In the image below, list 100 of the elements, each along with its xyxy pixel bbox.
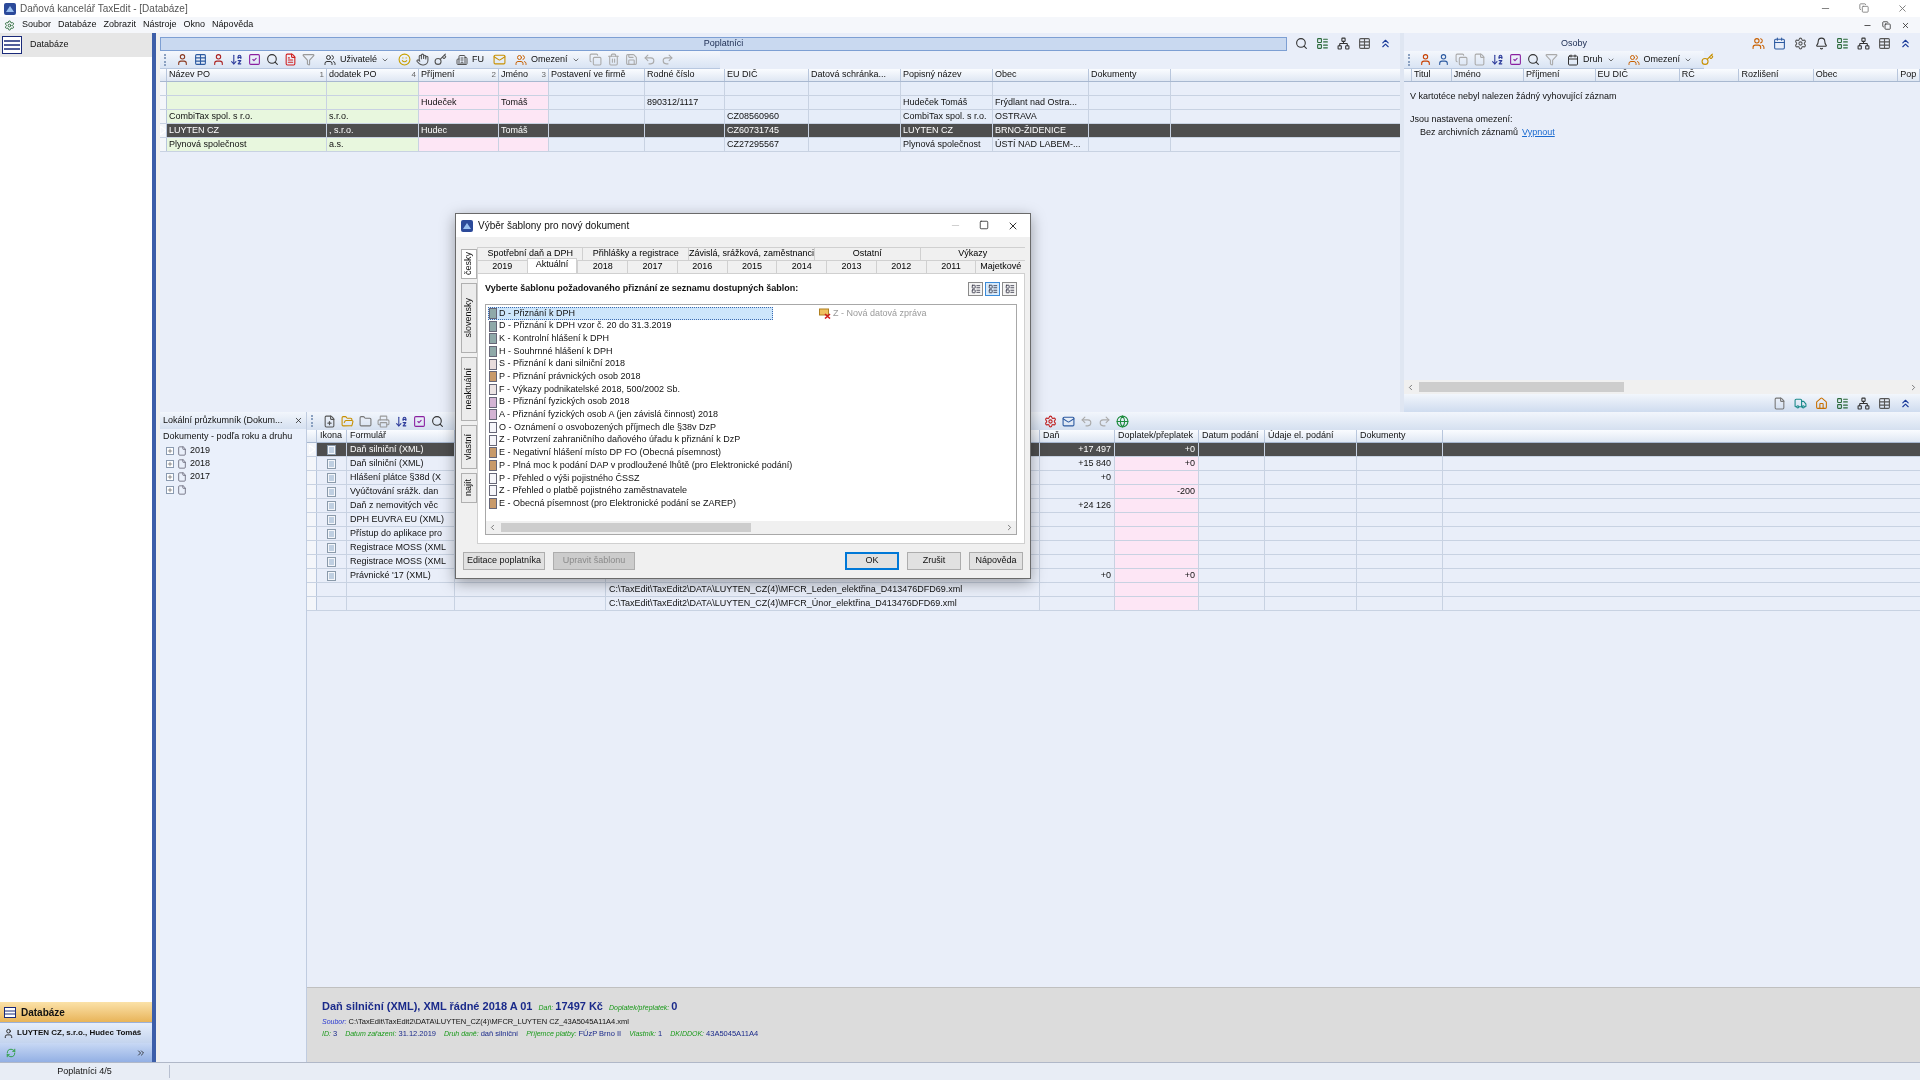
column-header[interactable]: Název PO 1	[167, 69, 327, 81]
refresh-icon[interactable]	[6, 1047, 16, 1058]
template-item[interactable]: K - Kontrolní hlášení k DPH	[488, 332, 818, 346]
tab[interactable]: Přihlášky a registrace	[582, 247, 688, 260]
more-icon[interactable]	[136, 1047, 146, 1058]
view-toggle[interactable]	[968, 282, 983, 296]
table-row[interactable]: Plynová společnost a.s. CZ27295567 Plynová společnost ÚSTÍ NAD LABEM-...	[160, 138, 1400, 152]
list-icon[interactable]	[1316, 37, 1329, 50]
hand-icon[interactable]	[416, 53, 429, 66]
column-header[interactable]: EU DIČ	[725, 69, 809, 81]
collapse-icon[interactable]	[1379, 37, 1392, 50]
filter-icon[interactable]	[302, 53, 315, 66]
envelope-icon[interactable]	[493, 53, 506, 66]
column-header[interactable]: RČ	[1679, 69, 1740, 81]
sort-icon[interactable]	[230, 53, 243, 66]
expand-toggle[interactable]	[166, 460, 174, 468]
copy-icon[interactable]	[588, 53, 602, 66]
search-icon[interactable]	[1527, 53, 1540, 66]
tree-icon[interactable]	[1337, 37, 1350, 50]
template-item[interactable]: S - Přiznání k dani silniční 2018	[488, 357, 818, 371]
list-icon[interactable]	[1836, 396, 1849, 410]
tree-item[interactable]: 2017	[190, 470, 211, 484]
list-icon[interactable]	[1836, 37, 1849, 50]
template-item[interactable]: Z - Přehled o platbě pojistného zaměstnavatele	[488, 484, 818, 498]
horizontal-scrollbar[interactable]	[1404, 380, 1920, 394]
scroll-left-icon[interactable]	[1406, 382, 1415, 392]
delete-icon[interactable]	[606, 53, 620, 66]
toolbar-button[interactable]: Druh	[1563, 51, 1619, 68]
save-icon[interactable]	[624, 53, 638, 66]
tab[interactable]: Výkazy	[919, 247, 1025, 260]
checkbox-icon[interactable]	[248, 53, 261, 66]
column-header[interactable]: Dokumenty	[1089, 69, 1171, 81]
template-item[interactable]: P - Plná moc k podání DAP v prodloužené lhůtě (pro Elektronické podání)	[488, 459, 818, 472]
toolbar-button[interactable]: FU	[452, 51, 488, 68]
pdf-icon[interactable]	[284, 53, 297, 66]
people-icon[interactable]	[1752, 37, 1765, 50]
template-item[interactable]: E - Negativní hlášení místo DP FO (Obecná písemnost)	[488, 446, 818, 460]
tab[interactable]: 2011	[925, 260, 976, 273]
filter-icon[interactable]	[1545, 53, 1558, 66]
maximize-icon[interactable]	[979, 219, 989, 230]
sidebar-item[interactable]: Databáze	[0, 33, 152, 57]
sort-icon[interactable]	[395, 414, 408, 428]
dialog-button[interactable]: Nápověda	[969, 552, 1023, 570]
template-item[interactable]: B - Přiznání fyzických osob 2018	[488, 395, 818, 409]
menu-item[interactable]: Okno	[183, 18, 206, 32]
template-item[interactable]: H - Souhrnné hlášení k DPH	[488, 345, 818, 358]
horizontal-scrollbar[interactable]	[486, 521, 1016, 534]
side-tab[interactable]: česky	[461, 249, 477, 279]
envelope-icon[interactable]	[1062, 414, 1075, 428]
close-icon[interactable]	[1901, 20, 1910, 30]
column-header[interactable]: Ikona	[317, 430, 347, 442]
column-header[interactable]: Datová schránka...	[809, 69, 901, 81]
column-header[interactable]: EU DIČ	[1595, 69, 1680, 81]
column-header[interactable]: Dokumenty	[1357, 430, 1443, 442]
search-icon[interactable]	[431, 414, 444, 428]
dialog-button[interactable]: OK	[845, 552, 899, 570]
template-item[interactable]: F - Výkazy podnikatelské 2018, 500/2002 Sb.	[488, 383, 818, 396]
calendar-icon[interactable]	[1773, 37, 1786, 50]
person-icon[interactable]	[212, 53, 225, 66]
tab[interactable]: 2012	[875, 260, 926, 273]
tab[interactable]: 2018	[577, 260, 628, 273]
table-row[interactable]: C:\TaxEdit\TaxEdit2\DATA\LUYTEN_CZ(4)\MFCR_Leden_elektřina_D413476DFD69.xml	[307, 583, 1920, 597]
toolbar-button[interactable]: Omezení	[511, 51, 584, 68]
column-header[interactable]: Obec	[1813, 69, 1899, 81]
undo-icon[interactable]	[1080, 414, 1093, 428]
folder-icon[interactable]	[359, 414, 372, 428]
checkbox-icon[interactable]	[1509, 53, 1522, 66]
column-header[interactable]: Příjmení	[1524, 69, 1596, 81]
restore-icon[interactable]	[1882, 20, 1891, 30]
column-header[interactable]: Pop	[1898, 69, 1920, 81]
dialog-button[interactable]: Zrušit	[907, 552, 961, 570]
column-header[interactable]: Jméno	[1451, 69, 1525, 81]
document-icon[interactable]	[1773, 396, 1786, 410]
column-header[interactable]: Doplatek/přeplatek	[1115, 430, 1199, 442]
app-menu-icon[interactable]	[4, 19, 15, 31]
tab[interactable]: 2017	[627, 260, 677, 273]
user-icon[interactable]	[176, 53, 189, 66]
column-header[interactable]: dodatek PO 4	[327, 69, 419, 81]
table-row[interactable]: LUYTEN CZ , s.r.o. Hudec Tomáš CZ60731745 LUYTEN CZ BRNO-ŽIDENICE	[160, 124, 1400, 138]
column-header[interactable]: Postavení ve firmě	[549, 69, 645, 81]
tree-item[interactable]: 2018	[190, 457, 211, 471]
table-row[interactable]: C:\TaxEdit\TaxEdit2\DATA\LUYTEN_CZ(4)\MFCR_Únor_elektřina_D413476DFD69.xml	[307, 597, 1920, 611]
column-header[interactable]: Datum podání	[1199, 430, 1265, 442]
view-toggle[interactable]	[985, 282, 1000, 296]
column-header[interactable]: Jméno 3	[499, 69, 549, 81]
checkbox-icon[interactable]	[413, 414, 426, 428]
table-row[interactable]: CombiTax spol. s r.o. s.r.o. CZ08560960 CombiTax spol. s r.o. OSTRAVA	[160, 110, 1400, 124]
tree-item[interactable]: 2019	[190, 444, 211, 458]
column-header[interactable]: Obec	[993, 69, 1089, 81]
menu-item[interactable]: Databáze	[58, 18, 97, 32]
collapse-icon[interactable]	[1899, 37, 1912, 50]
file-icon[interactable]	[1473, 53, 1486, 66]
restore-icon[interactable]	[1859, 3, 1869, 13]
search-icon[interactable]	[266, 53, 279, 66]
undo-icon[interactable]	[642, 53, 656, 66]
menu-item[interactable]: Nápověda	[212, 18, 254, 32]
tab[interactable]: Závislá, srážková, zaměstnanci	[687, 247, 814, 260]
scroll-right-icon[interactable]	[1909, 382, 1918, 392]
template-item[interactable]: P - Přiznání právnických osob 2018	[488, 370, 818, 384]
column-header[interactable]: Popisný název	[901, 69, 993, 81]
